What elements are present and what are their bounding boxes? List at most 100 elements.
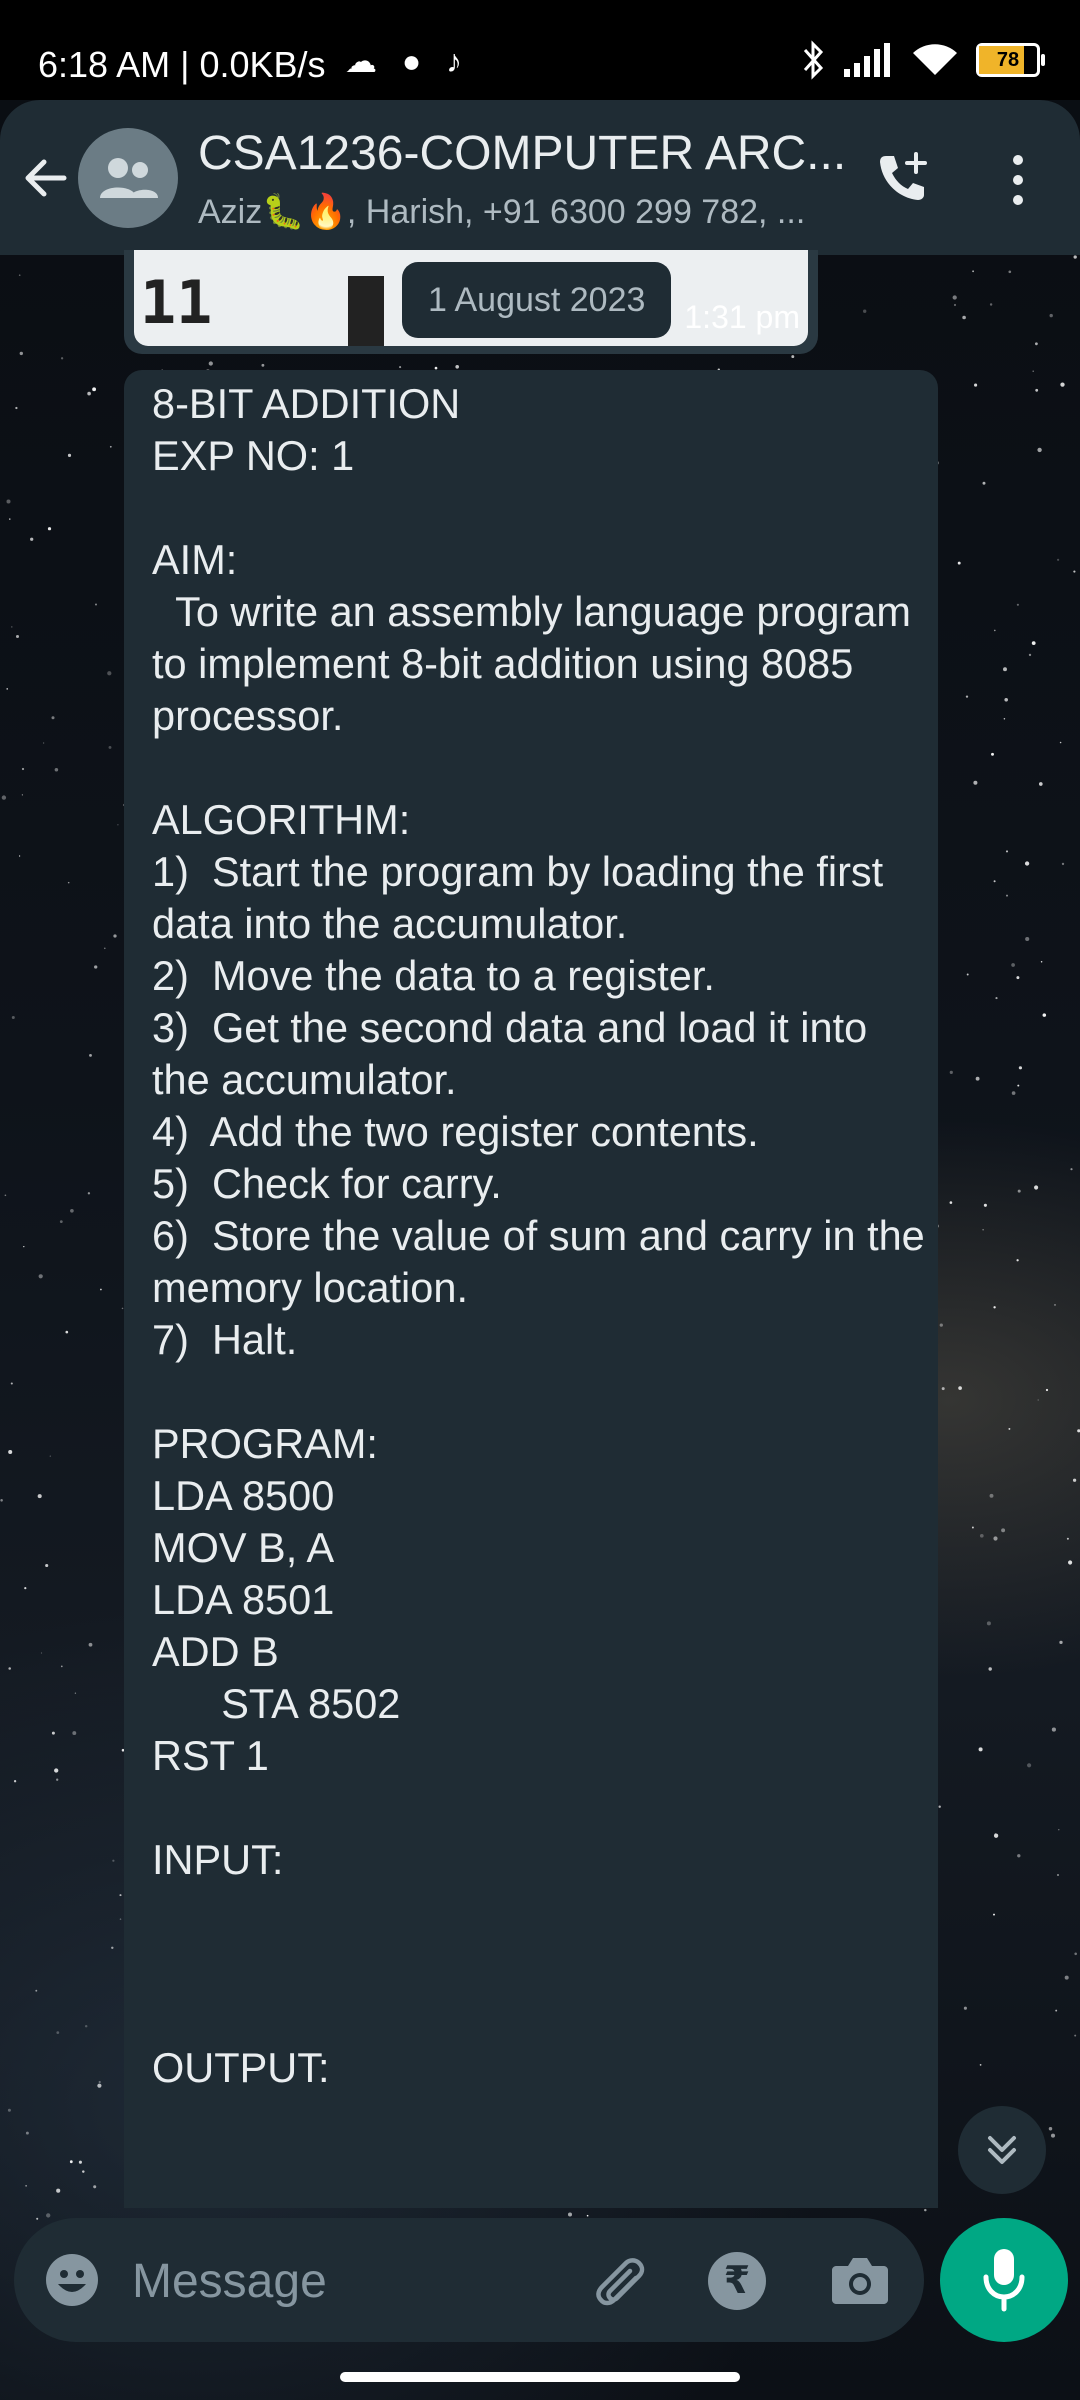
star: [89, 1053, 92, 1057]
star: [11, 1016, 15, 1019]
star: [567, 2212, 573, 2217]
notification-icons: ☁ ● ♪: [345, 43, 471, 79]
message-time: 1:31 pm: [684, 299, 800, 335]
star: [995, 997, 998, 1000]
star: [1001, 1528, 1006, 1533]
battery-icon: 78: [976, 43, 1045, 77]
star: [975, 1076, 980, 1081]
star: [78, 2160, 82, 2164]
star: [986, 1621, 991, 1626]
star: [949, 1070, 953, 1074]
star: [119, 1918, 122, 1920]
star: [791, 355, 795, 359]
star: [40, 1652, 43, 1654]
star: [1034, 1185, 1039, 1190]
gesture-nav-bar[interactable]: [340, 2372, 740, 2382]
star: [993, 880, 996, 883]
arrow-left-icon[interactable]: [20, 152, 72, 204]
star: [60, 357, 64, 360]
star: [56, 2031, 60, 2034]
star: [51, 1731, 55, 1735]
emoji-icon[interactable]: [44, 2252, 100, 2308]
star: [1056, 1873, 1060, 1877]
chat-title[interactable]: CSA1236-COMPUTER ARC...: [198, 126, 846, 181]
star: [8, 1667, 11, 1670]
star: [455, 365, 460, 369]
star: [35, 1989, 38, 1992]
star: [1064, 1975, 1069, 1980]
message-input[interactable]: Message: [132, 2254, 327, 2309]
star: [399, 366, 402, 369]
star: [1006, 894, 1008, 897]
date-chip: 1 August 2023: [402, 262, 672, 338]
star: [1035, 388, 1039, 392]
star: [107, 671, 112, 676]
star: [978, 1747, 983, 1752]
paperclip-icon[interactable]: [586, 2248, 650, 2312]
star: [1004, 698, 1008, 702]
mic-icon[interactable]: [940, 2218, 1068, 2342]
star: [51, 716, 55, 720]
star: [1048, 2126, 1053, 2131]
star: [1016, 1259, 1019, 1262]
star: [112, 1859, 115, 1862]
star: [1017, 1854, 1021, 1858]
star: [84, 2024, 88, 2028]
wifi-icon: [913, 44, 957, 75]
star: [988, 1667, 992, 1671]
star: [70, 1208, 74, 1213]
star: [49, 1455, 51, 1457]
message-composer: Message ₹: [14, 2218, 924, 2342]
star: [971, 1526, 974, 1529]
star: [92, 387, 97, 392]
star: [1073, 255, 1077, 259]
more-vert-icon[interactable]: [1000, 152, 1036, 208]
star: [982, 481, 986, 485]
star: [65, 1330, 69, 1334]
star: [1037, 1399, 1039, 1401]
star: [1045, 1388, 1049, 1392]
signal-icon: [844, 43, 890, 77]
star: [958, 1386, 962, 1390]
star: [38, 1274, 43, 1279]
star: [586, 2214, 589, 2217]
star: [117, 824, 119, 826]
star: [47, 527, 52, 531]
star: [1058, 1829, 1060, 1831]
camera-icon[interactable]: [830, 2252, 890, 2308]
star: [1051, 1727, 1056, 1732]
group-avatar-icon[interactable]: [78, 128, 178, 228]
rupee-icon[interactable]: ₹: [708, 2252, 766, 2310]
star: [863, 309, 867, 313]
star: [1031, 641, 1036, 645]
text-message-bubble[interactable]: 8-BIT ADDITION EXP NO: 1 AIM: To write a…: [124, 370, 938, 2208]
star: [1027, 1763, 1032, 1768]
star: [979, 1533, 984, 1538]
star: [24, 1587, 27, 1590]
system-icons: 78: [800, 40, 1045, 80]
star: [1011, 1091, 1016, 1095]
star: [94, 603, 98, 606]
star: [1057, 558, 1060, 561]
star: [953, 303, 957, 307]
star: [21, 767, 25, 771]
star: [11, 626, 13, 628]
star: [6, 688, 8, 690]
star: [979, 2064, 982, 2066]
double-chevron-down-icon[interactable]: [958, 2106, 1046, 2194]
star: [1, 795, 7, 800]
star: [983, 1203, 987, 1207]
star: [82, 2170, 85, 2173]
star: [9, 518, 11, 520]
star: [30, 537, 34, 541]
star: [1003, 718, 1006, 720]
star: [6, 499, 11, 504]
star: [1016, 603, 1019, 606]
chat-participants[interactable]: Aziz🐛🔥, Harish, +91 6300 299 782, ...: [198, 192, 805, 232]
star: [941, 1387, 945, 1391]
star: [0, 1499, 3, 1502]
star: [1018, 1066, 1023, 1070]
star: [25, 2131, 29, 2135]
star: [8, 1449, 13, 1455]
phone-plus-icon[interactable]: [872, 148, 932, 208]
